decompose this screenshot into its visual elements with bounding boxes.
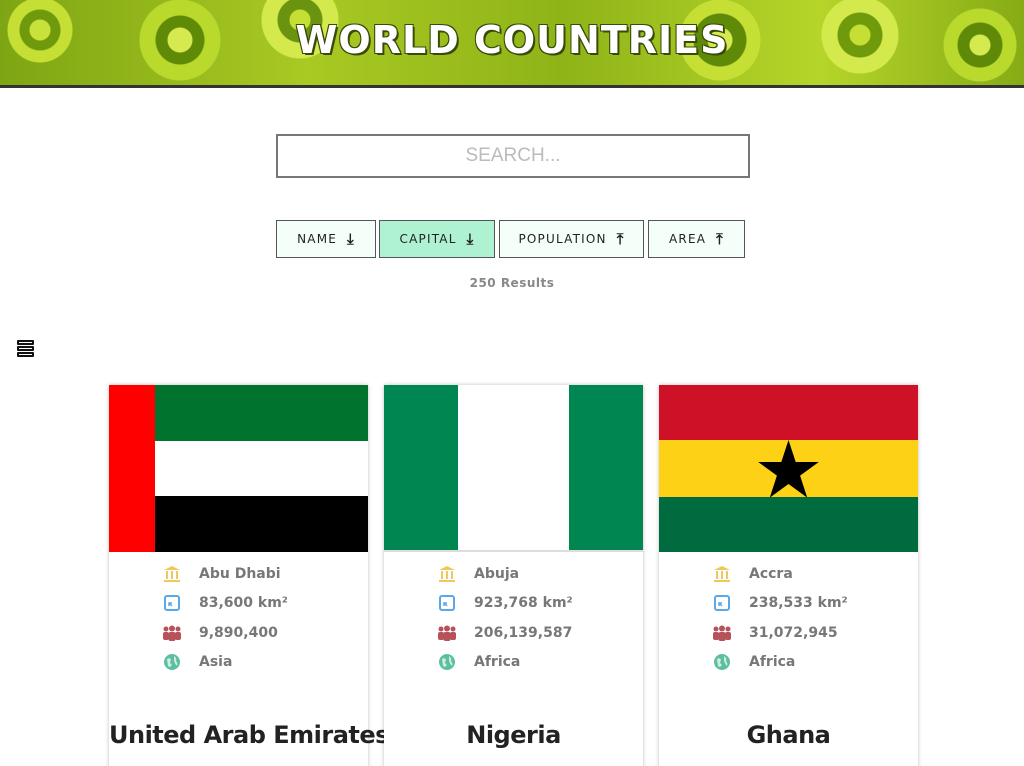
building-icon [436,564,458,584]
region-row: Africa [711,650,795,674]
header-banner: WORLD COUNTRIES [0,0,1024,88]
building-icon [161,564,183,584]
area-row: 923,768 km² [436,591,573,615]
capital-value: Accra [749,566,793,582]
population-value: 206,139,587 [474,625,573,641]
area-icon [161,593,183,613]
region-value: Africa [474,654,521,670]
population-icon [436,623,458,643]
area-icon [436,593,458,613]
building-icon [711,564,733,584]
country-card[interactable]: Abu Dhabi 83,600 km² 9,890,400 Asia Unit… [109,385,389,766]
sort-name-label: NAME [297,232,338,246]
country-name: Ghana [746,721,831,749]
uae-flag [109,385,368,552]
globe-icon [711,652,733,672]
region-row: Asia [161,650,232,674]
population-row: 9,890,400 [161,621,278,645]
area-row: 238,533 km² [711,591,848,615]
search-input[interactable] [276,134,750,178]
population-icon [711,623,733,643]
sort-area-button[interactable]: AREA ⤒ [648,220,745,258]
country-name: Nigeria [466,721,561,749]
ghana-flag [659,385,918,552]
country-name: United Arab Emirates [109,721,389,749]
sort-population-button[interactable]: POPULATION ⤒ [499,220,644,258]
nigeria-flag [384,385,643,552]
sort-capital-button[interactable]: CAPITAL ⤓ [379,220,495,258]
population-row: 206,139,587 [436,621,572,645]
country-card[interactable]: Abuja 923,768 km² 206,139,587 Africa Nig… [384,385,643,766]
area-value: 923,768 km² [474,595,573,611]
capital-value: Abu Dhabi [199,566,281,582]
sort-population-label: POPULATION [518,232,607,246]
population-value: 31,072,945 [749,625,838,641]
population-icon [161,623,183,643]
region-row: Africa [436,650,520,674]
arrow-up-icon: ⤒ [616,230,625,248]
capital-value: Abuja [474,566,520,582]
capital-row: Abu Dhabi [161,562,281,586]
population-row: 31,072,945 [711,621,838,645]
country-card[interactable]: Accra 238,533 km² 31,072,945 Africa Ghan… [659,385,918,766]
list-view-icon[interactable] [17,340,35,358]
sort-capital-label: CAPITAL [399,232,457,246]
sort-name-button[interactable]: NAME ⤓ [276,220,376,258]
region-value: Asia [199,654,233,670]
area-icon [711,593,733,613]
arrow-up-icon: ⤒ [716,230,724,248]
area-value: 83,600 km² [199,595,288,611]
capital-row: Accra [711,562,793,586]
arrow-down-icon: ⤓ [466,230,475,248]
globe-icon [161,652,183,672]
globe-icon [436,652,458,672]
results-count: 250 Results [469,276,555,290]
region-value: Africa [749,654,796,670]
page-title: WORLD COUNTRIES [295,18,729,62]
population-value: 9,890,400 [199,625,278,641]
arrow-down-icon: ⤓ [347,230,355,248]
area-row: 83,600 km² [161,591,288,615]
sort-area-label: AREA [669,232,707,246]
capital-row: Abuja [436,562,519,586]
area-value: 238,533 km² [749,595,848,611]
